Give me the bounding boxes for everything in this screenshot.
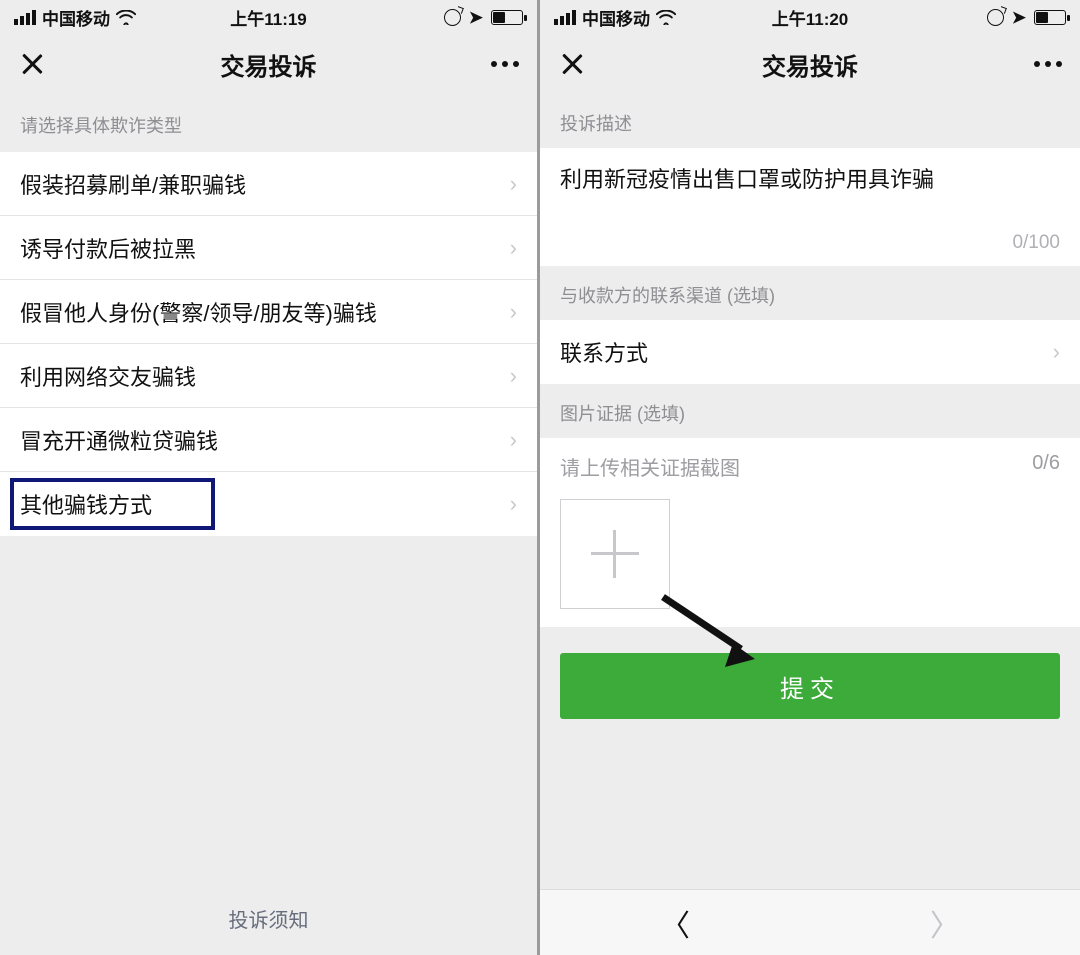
chevron-right-icon: › bbox=[510, 427, 517, 453]
list-item-label: 冒充开通微粒贷骗钱 bbox=[20, 424, 218, 456]
bottom-toolbar: 〈 〉 bbox=[540, 889, 1080, 955]
nav-bar: 交易投诉 bbox=[540, 34, 1080, 94]
complaint-notice-link[interactable]: 投诉须知 bbox=[0, 884, 537, 955]
fraud-type-row[interactable]: 诱导付款后被拉黑 › bbox=[0, 216, 537, 280]
list-item-label: 诱导付款后被拉黑 bbox=[20, 232, 196, 264]
chevron-right-icon: › bbox=[510, 363, 517, 389]
upload-image-button[interactable] bbox=[560, 499, 670, 609]
battery-icon bbox=[1034, 10, 1066, 25]
fraud-type-row-other[interactable]: 其他骗钱方式 › bbox=[0, 472, 537, 536]
orientation-lock-icon bbox=[444, 9, 461, 26]
close-button[interactable] bbox=[18, 50, 46, 78]
chevron-right-icon: › bbox=[510, 299, 517, 325]
carrier-label: 中国移动 bbox=[582, 5, 650, 30]
submit-button[interactable]: 提交 bbox=[560, 653, 1060, 719]
fraud-type-section-label: 请选择具体欺诈类型 bbox=[0, 94, 537, 152]
upload-counter: 0/6 bbox=[1032, 452, 1060, 481]
wifi-icon bbox=[116, 10, 136, 25]
description-text: 利用新冠疫情出售口罩或防护用具诈骗 bbox=[560, 164, 1060, 226]
signal-icon bbox=[554, 10, 576, 25]
fraud-type-row[interactable]: 假冒他人身份(警察/领导/朋友等)骗钱 › bbox=[0, 280, 537, 344]
list-item-label: 假装招募刷单/兼职骗钱 bbox=[20, 168, 246, 200]
list-item-label: 利用网络交友骗钱 bbox=[20, 360, 196, 392]
orientation-lock-icon bbox=[987, 9, 1004, 26]
nav-bar: 交易投诉 bbox=[0, 34, 537, 94]
close-button[interactable] bbox=[558, 50, 586, 78]
description-counter: 0/100 bbox=[560, 226, 1060, 256]
page-title: 交易投诉 bbox=[762, 47, 858, 82]
chevron-right-icon: › bbox=[510, 171, 517, 197]
carrier-label: 中国移动 bbox=[42, 5, 110, 30]
location-icon: ➤ bbox=[469, 9, 483, 26]
battery-icon bbox=[491, 10, 523, 25]
contact-section-label: 与收款方的联系渠道 (选填) bbox=[540, 266, 1080, 320]
clock: 上午11:20 bbox=[760, 5, 860, 30]
fraud-type-row[interactable]: 利用网络交友骗钱 › bbox=[0, 344, 537, 408]
back-button[interactable]: 〈 bbox=[540, 890, 810, 955]
contact-method-label: 联系方式 bbox=[560, 336, 648, 368]
wifi-icon bbox=[656, 10, 676, 25]
chevron-right-icon: › bbox=[510, 235, 517, 261]
description-textarea[interactable]: 利用新冠疫情出售口罩或防护用具诈骗 0/100 bbox=[540, 148, 1080, 266]
chevron-right-icon: › bbox=[510, 491, 517, 517]
fraud-type-list: 假装招募刷单/兼职骗钱 › 诱导付款后被拉黑 › 假冒他人身份(警察/领导/朋友… bbox=[0, 152, 537, 536]
chevron-right-icon: › bbox=[1053, 339, 1060, 365]
status-bar: 中国移动 上午11:19 ➤ bbox=[0, 0, 537, 34]
list-item-label: 其他骗钱方式 bbox=[20, 488, 152, 520]
list-item-label: 假冒他人身份(警察/领导/朋友等)骗钱 bbox=[20, 296, 377, 328]
chevron-left-icon: 〈 bbox=[660, 901, 690, 945]
more-button[interactable] bbox=[1034, 61, 1062, 67]
more-button[interactable] bbox=[491, 61, 519, 67]
fraud-type-row[interactable]: 冒充开通微粒贷骗钱 › bbox=[0, 408, 537, 472]
description-section-label: 投诉描述 bbox=[540, 94, 1080, 148]
signal-icon bbox=[14, 10, 36, 25]
fraud-type-row[interactable]: 假装招募刷单/兼职骗钱 › bbox=[0, 152, 537, 216]
upload-hint: 请上传相关证据截图 bbox=[560, 452, 740, 481]
chevron-right-icon: 〉 bbox=[930, 901, 960, 945]
plus-icon bbox=[591, 530, 639, 578]
contact-method-row[interactable]: 联系方式 › bbox=[540, 320, 1080, 384]
forward-button: 〉 bbox=[810, 890, 1080, 955]
image-evidence-section-label: 图片证据 (选填) bbox=[540, 384, 1080, 438]
location-icon: ➤ bbox=[1012, 9, 1026, 26]
clock: 上午11:19 bbox=[219, 5, 319, 30]
page-title: 交易投诉 bbox=[221, 47, 317, 82]
status-bar: 中国移动 上午11:20 ➤ bbox=[540, 0, 1080, 34]
